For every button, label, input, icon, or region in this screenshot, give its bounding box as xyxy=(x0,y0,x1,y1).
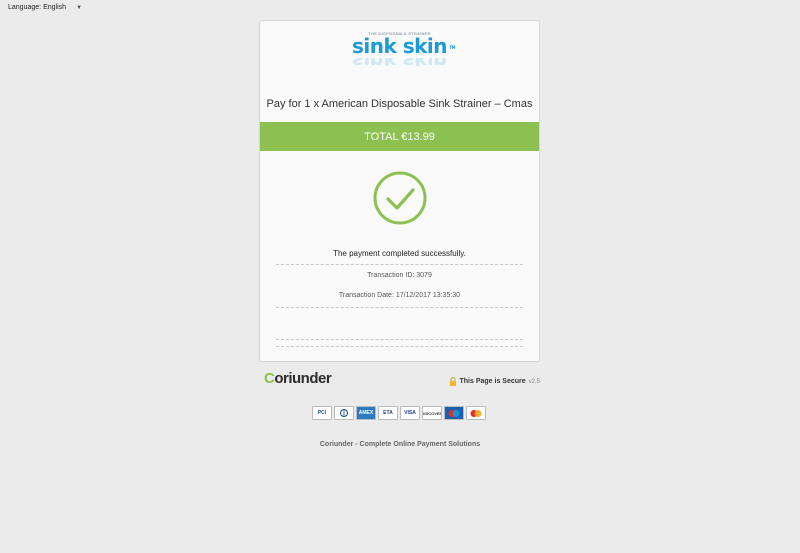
diners-club-mark xyxy=(340,409,348,417)
maestro-mark xyxy=(448,409,460,417)
chevron-down-icon[interactable]: ▼ xyxy=(76,5,82,11)
divider xyxy=(276,264,523,265)
transaction-date: Transaction Date: 17/12/2017 13:35:30 xyxy=(338,292,461,299)
divider xyxy=(276,346,523,347)
secure-text: This Page is Secure xyxy=(459,378,526,385)
total-banner: TOTAL €13.99 xyxy=(260,122,539,151)
secure-indicator: This Page is Secure v2.5 xyxy=(449,377,540,386)
transaction-id: Transaction ID: 3079 xyxy=(367,272,432,279)
visa-icon: VISA xyxy=(400,406,420,420)
maestro-icon xyxy=(444,406,464,420)
coriunder-logo-initial: C xyxy=(264,370,275,387)
brand-reflection: sink skin xyxy=(260,58,539,66)
payment-card: THE DISPOSABLE STRAINER sink skin TM sin… xyxy=(259,20,540,362)
card-logos: PCI AMEX ETA VISA DISCOVER xyxy=(312,406,486,420)
language-value[interactable]: English xyxy=(43,4,66,11)
success-check-icon xyxy=(373,171,427,225)
eta-icon: ETA xyxy=(378,406,398,420)
brand-name: sink skin TM xyxy=(351,34,456,58)
payment-title: Pay for 1 x American Disposable Sink Str… xyxy=(266,98,533,110)
language-selector[interactable]: Language: English ▼ xyxy=(8,4,82,11)
footer-tagline: Coriunder - Complete Online Payment Solu… xyxy=(319,441,481,448)
lock-icon xyxy=(449,377,456,386)
amex-icon: AMEX xyxy=(356,406,376,420)
pci-icon: PCI xyxy=(312,406,332,420)
total-amount: TOTAL €13.99 xyxy=(364,130,435,143)
coriunder-logo-text: oriunder xyxy=(274,370,332,387)
diners-club-icon xyxy=(334,406,354,420)
brand-name-text: sink skin xyxy=(351,34,448,58)
mastercard-mark xyxy=(470,409,482,417)
brand-logo: THE DISPOSABLE STRAINER sink skin TM sin… xyxy=(260,31,539,66)
trademark: TM xyxy=(449,45,456,50)
version-label: v2.5 xyxy=(528,378,540,385)
divider xyxy=(276,307,523,308)
success-message: The payment completed successfully. xyxy=(333,249,466,258)
discover-icon: DISCOVER xyxy=(422,406,442,420)
language-label: Language: xyxy=(8,4,42,11)
divider xyxy=(276,339,523,340)
mastercard-icon xyxy=(466,406,486,420)
coriunder-logo: Coriunder xyxy=(264,370,332,387)
